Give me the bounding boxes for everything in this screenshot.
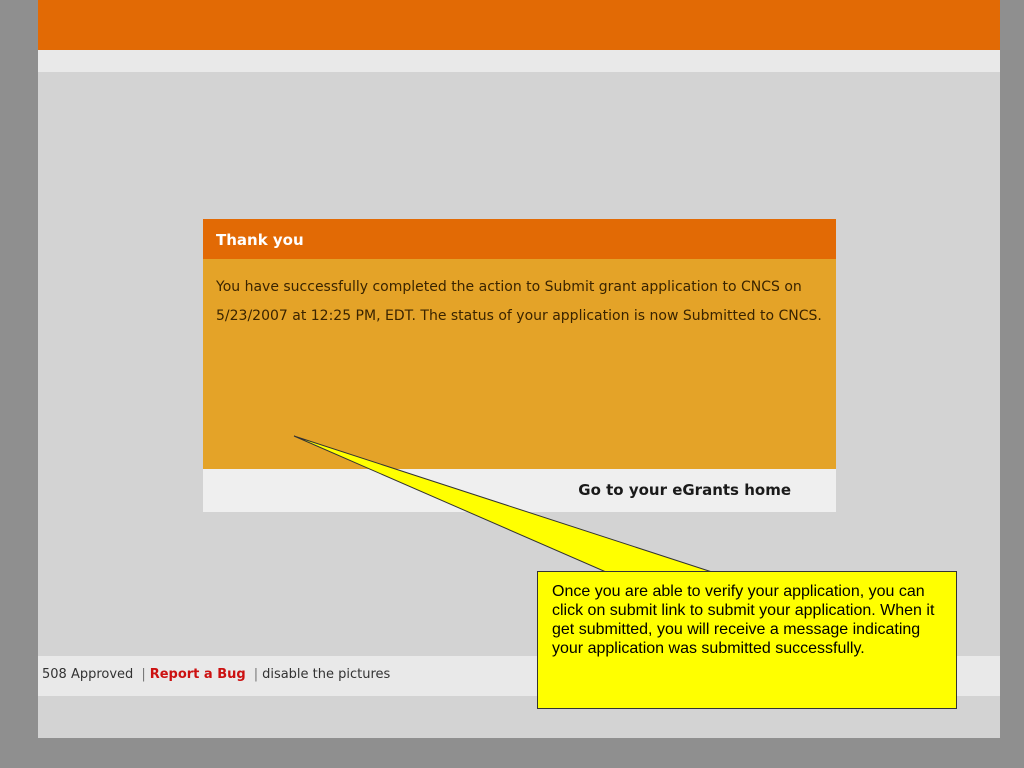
- disable-pictures-link[interactable]: disable the pictures: [262, 667, 390, 682]
- egrants-home-link[interactable]: Go to your eGrants home: [578, 481, 791, 499]
- dialog-footer: Go to your eGrants home: [203, 469, 836, 512]
- footer-links: 508 Approved | Report a Bug | disable the pi…: [42, 667, 390, 682]
- thank-you-dialog: Thank you You have successfully complete…: [203, 219, 836, 512]
- footer-separator: |: [141, 667, 146, 682]
- 508-approved-label: 508 Approved: [42, 667, 134, 682]
- dialog-title: Thank you: [203, 219, 836, 259]
- dialog-message: You have successfully completed the acti…: [203, 259, 836, 469]
- report-bug-link[interactable]: Report a Bug: [150, 667, 246, 682]
- footer-separator: |: [253, 667, 259, 682]
- sub-header-bar: [38, 50, 1000, 72]
- callout-box: Once you are able to verify your applica…: [537, 571, 957, 709]
- header-bar: [38, 0, 1000, 50]
